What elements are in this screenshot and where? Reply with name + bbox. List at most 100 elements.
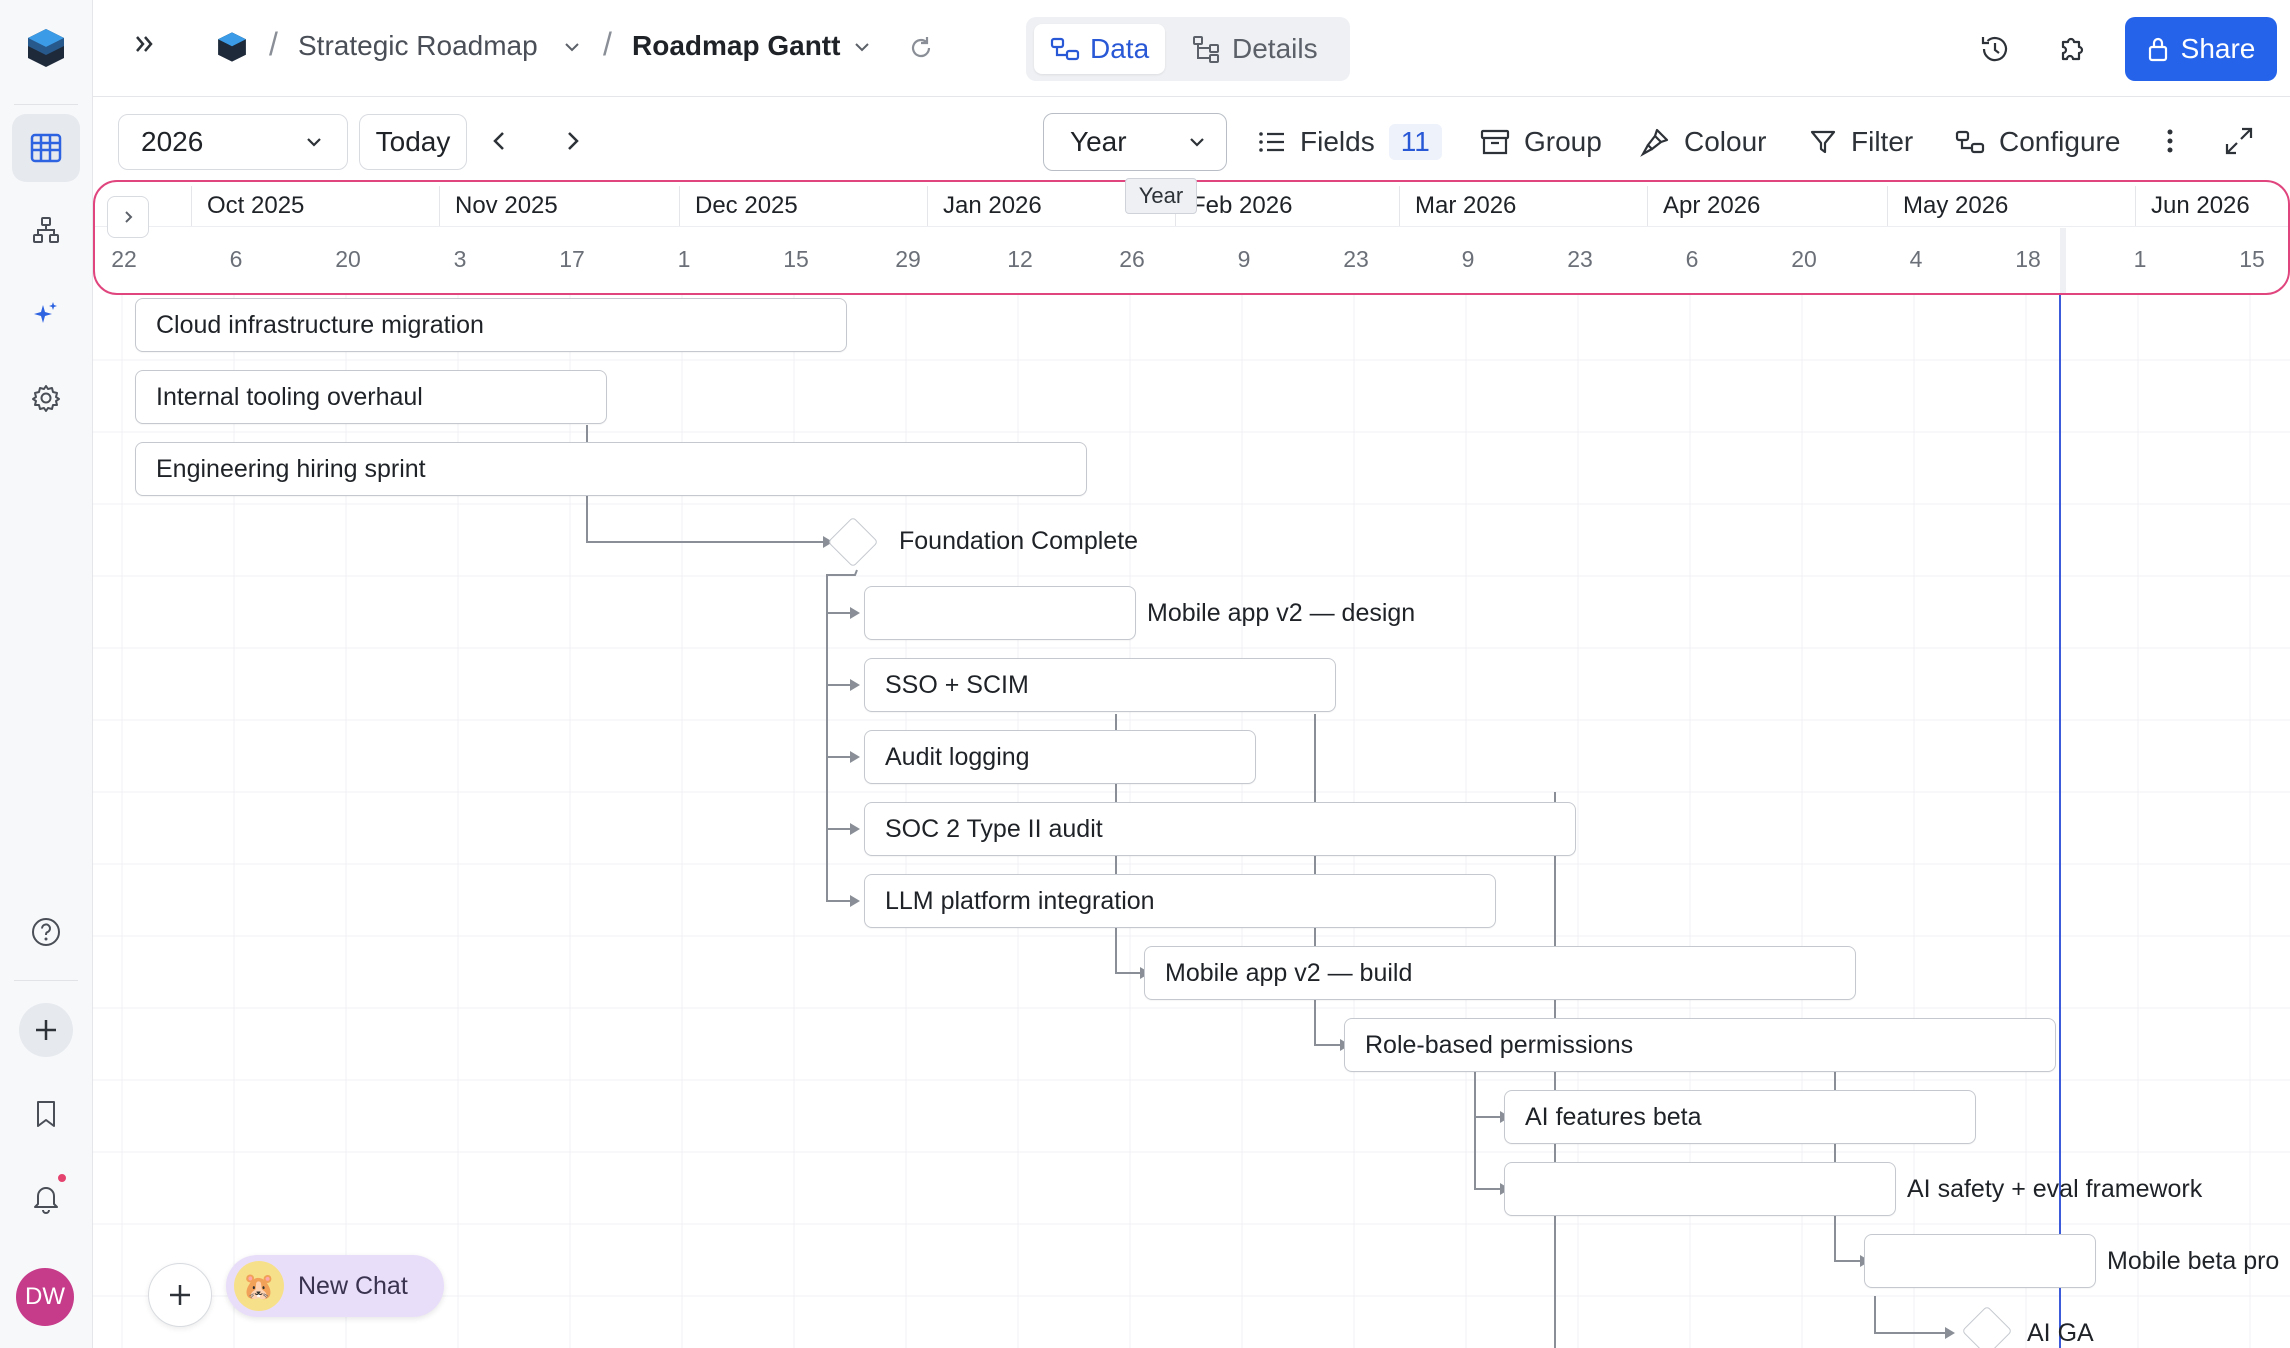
day-tick: 22 bbox=[111, 246, 137, 272]
expand-sidebar-icon[interactable] bbox=[131, 30, 159, 63]
paint-brush-icon bbox=[1640, 128, 1669, 157]
history-icon[interactable] bbox=[1978, 32, 2012, 71]
gantt-task-bar[interactable]: Mobile app v2 — build bbox=[1144, 946, 1856, 1000]
day-tick: 18 bbox=[2015, 246, 2041, 272]
day-tick: 17 bbox=[559, 246, 585, 272]
add-row-button[interactable] bbox=[148, 1263, 212, 1327]
chevron-right-icon bbox=[125, 211, 133, 223]
month-label: Oct 2025 bbox=[207, 192, 305, 219]
more-options-icon[interactable] bbox=[2165, 127, 2175, 160]
lock-icon bbox=[2148, 37, 2167, 62]
ai-sparkle-icon[interactable] bbox=[12, 280, 80, 348]
archive-box-icon bbox=[1480, 129, 1510, 155]
data-flow-icon bbox=[1050, 37, 1080, 61]
gantt-task-bar[interactable] bbox=[864, 586, 1136, 640]
grid-view-icon[interactable] bbox=[12, 114, 80, 182]
day-tick: 15 bbox=[783, 246, 809, 272]
expand-rows-button[interactable] bbox=[107, 196, 149, 238]
hierarchy-icon[interactable] bbox=[12, 196, 80, 264]
notification-dot bbox=[56, 1172, 68, 1184]
help-icon[interactable] bbox=[12, 898, 80, 966]
settings-gear-icon[interactable] bbox=[12, 364, 80, 432]
month-label: Jun 2026 bbox=[2151, 192, 2250, 219]
bookmark-icon[interactable] bbox=[12, 1080, 80, 1148]
gantt-task-bar[interactable]: Role-based permissions bbox=[1344, 1018, 2056, 1072]
month-label: Apr 2026 bbox=[1663, 192, 1761, 219]
new-chat-button[interactable]: 🐹 New Chat bbox=[226, 1255, 444, 1317]
share-label: Share bbox=[2180, 33, 2256, 64]
day-tick: 9 bbox=[1461, 246, 1475, 272]
fullscreen-expand-icon[interactable] bbox=[2223, 125, 2255, 162]
view-mode-toggle: Data Details bbox=[1026, 17, 1350, 81]
day-tick: 29 bbox=[895, 246, 921, 272]
tab-details-label: Details bbox=[1232, 33, 1318, 64]
gantt-task-bar[interactable]: Engineering hiring sprint bbox=[135, 442, 1087, 496]
new-chat-label: New Chat bbox=[298, 1271, 408, 1300]
share-button[interactable]: Share bbox=[2125, 17, 2277, 81]
fields-button[interactable]: Fields 11 bbox=[1258, 121, 1442, 163]
list-icon bbox=[1259, 132, 1284, 152]
fields-label: Fields bbox=[1300, 126, 1375, 157]
project-cube-icon bbox=[215, 30, 249, 69]
gantt-task-bar[interactable]: Internal tooling overhaul bbox=[135, 370, 607, 424]
configure-button[interactable]: Configure bbox=[1955, 121, 2120, 163]
gantt-task-bar[interactable]: LLM platform integration bbox=[864, 874, 1496, 928]
day-tick: 1 bbox=[2133, 246, 2147, 272]
filter-funnel-icon bbox=[1810, 130, 1836, 154]
next-period-icon[interactable] bbox=[558, 127, 586, 160]
month-label: Dec 2025 bbox=[695, 192, 798, 219]
gantt-task-bar[interactable] bbox=[1504, 1162, 1896, 1216]
day-tick: 12 bbox=[1007, 246, 1033, 272]
group-label: Group bbox=[1524, 126, 1602, 157]
gantt-task-bar[interactable]: Audit logging bbox=[864, 730, 1256, 784]
chevron-down-icon[interactable] bbox=[851, 36, 873, 63]
breadcrumb-project[interactable]: Strategic Roadmap bbox=[298, 30, 538, 62]
refresh-icon[interactable] bbox=[907, 34, 935, 67]
previous-period-icon[interactable] bbox=[486, 127, 514, 160]
today-label: Today bbox=[375, 126, 451, 157]
year-select-value: 2026 bbox=[141, 126, 204, 157]
milestone-label: Foundation Complete bbox=[899, 527, 1139, 555]
breadcrumb-separator: / bbox=[269, 26, 278, 62]
tab-data-label: Data bbox=[1090, 33, 1150, 64]
plus-icon bbox=[170, 1285, 190, 1305]
app-logo-icon[interactable] bbox=[12, 14, 80, 82]
day-tick: 20 bbox=[1791, 246, 1817, 272]
tab-data[interactable]: Data bbox=[1034, 24, 1166, 74]
day-tick: 1 bbox=[677, 246, 691, 272]
integrations-puzzle-icon[interactable] bbox=[2055, 32, 2089, 71]
breadcrumb-view[interactable]: Roadmap Gantt bbox=[632, 30, 840, 62]
gantt-task-bar[interactable]: SSO + SCIM bbox=[864, 658, 1336, 712]
group-button[interactable]: Group bbox=[1480, 121, 1602, 163]
task-outside-label: Mobile app v2 — design bbox=[1147, 599, 1416, 627]
chevron-down-icon[interactable] bbox=[561, 36, 583, 63]
fields-count-badge: 11 bbox=[1388, 124, 1442, 160]
chevron-down-icon bbox=[307, 138, 321, 147]
year-select[interactable]: 2026 bbox=[118, 114, 348, 170]
add-icon[interactable] bbox=[12, 996, 80, 1064]
gantt-task-bar[interactable]: Cloud infrastructure migration bbox=[135, 298, 847, 352]
month-label: Mar 2026 bbox=[1415, 192, 1517, 219]
gantt-task-bar[interactable]: SOC 2 Type II audit bbox=[864, 802, 1576, 856]
task-outside-label: Mobile beta pro bbox=[2107, 1247, 2280, 1275]
user-avatar[interactable]: DW bbox=[16, 1268, 74, 1326]
view-toolbar: 2026 Today Year Fields 11 Group Colour F… bbox=[93, 97, 2290, 185]
top-header: / Strategic Roadmap / Roadmap Gantt Data… bbox=[93, 0, 2290, 97]
month-label: Nov 2025 bbox=[455, 192, 558, 219]
breadcrumb-separator: / bbox=[603, 26, 612, 62]
day-tick: 20 bbox=[335, 246, 361, 272]
assistant-mascot-icon: 🐹 bbox=[234, 1261, 284, 1311]
day-tick: 23 bbox=[1567, 246, 1593, 272]
tab-details[interactable]: Details bbox=[1176, 24, 1334, 74]
filter-label: Filter bbox=[1851, 126, 1914, 157]
day-tick: 15 bbox=[2239, 246, 2265, 272]
today-button[interactable]: Today bbox=[359, 114, 467, 170]
colour-button[interactable]: Colour bbox=[1640, 121, 1766, 163]
month-label: May 2026 bbox=[1903, 192, 2009, 219]
gantt-task-bar[interactable] bbox=[1864, 1234, 2096, 1288]
gantt-task-bar[interactable]: AI features beta bbox=[1504, 1090, 1976, 1144]
gantt-chart-area: Cloud infrastructure migration Internal … bbox=[93, 295, 2290, 1348]
filter-button[interactable]: Filter bbox=[1809, 121, 1913, 163]
notifications-bell-icon[interactable] bbox=[12, 1164, 80, 1232]
time-scale-select[interactable]: Year bbox=[1043, 113, 1227, 171]
